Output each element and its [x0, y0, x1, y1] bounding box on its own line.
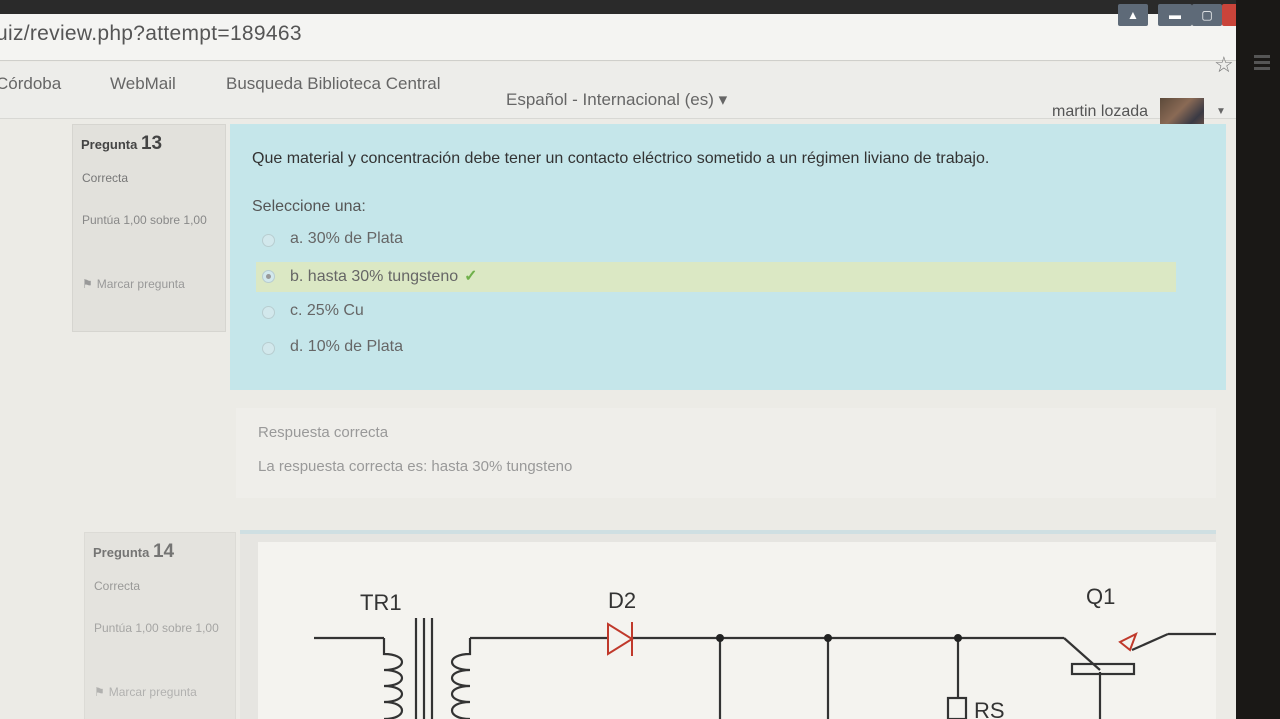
option-label: c. 25% Cu: [290, 302, 364, 319]
flag-label: Marcar pregunta: [96, 277, 185, 291]
window-user-button[interactable]: ▲: [1118, 4, 1148, 26]
feedback-correct-answer: La respuesta correcta es: hasta 30% tung…: [258, 458, 573, 475]
browser-window: uiz/review.php?attempt=189463 Córdoba We…: [0, 0, 1236, 719]
question-info-13: Pregunta 13 Correcta Puntúa 1,00 sobre 1…: [72, 124, 226, 332]
question-number: 13: [140, 133, 163, 154]
emitter-arrow-icon: [1118, 631, 1138, 652]
circuit-schematic: TR1 D2 Q1 RS: [314, 584, 1216, 719]
question-content-13: Que material y concentración debe tener …: [230, 124, 1226, 390]
question-text: Que material y concentración debe tener …: [252, 150, 990, 167]
radio-button[interactable]: [262, 234, 275, 247]
menu-icon[interactable]: [1254, 52, 1270, 73]
answer-option-d[interactable]: d. 10% de Plata: [256, 334, 1176, 364]
label-tr1: TR1: [360, 590, 402, 615]
window-titlebar: [0, 0, 1236, 14]
question-label: Pregunta: [81, 137, 138, 152]
answer-prompt: Seleccione una:: [252, 198, 366, 215]
window-close-button[interactable]: ✕: [1222, 4, 1236, 26]
feedback-result: Respuesta correcta: [258, 424, 389, 441]
nav-link-webmail[interactable]: WebMail: [110, 74, 176, 94]
flag-label: Marcar pregunta: [108, 685, 197, 699]
nav-link-biblioteca[interactable]: Busqueda Biblioteca Central: [226, 74, 441, 94]
flag-icon: ⚑: [82, 277, 93, 291]
option-label: b. hasta 30% tungsteno ✓: [290, 266, 478, 286]
window-maximize-button[interactable]: ▢: [1192, 4, 1222, 26]
junction-dot: [824, 634, 832, 642]
flag-question-link[interactable]: ⚑ Marcar pregunta: [82, 271, 202, 297]
junction-dot: [954, 634, 962, 642]
label-d2: D2: [608, 588, 636, 613]
url-text[interactable]: uiz/review.php?attempt=189463: [0, 22, 302, 46]
label-rs: RS: [974, 698, 1005, 719]
radio-button[interactable]: [262, 306, 275, 319]
circuit-diagram: TR1 D2 Q1 RS: [258, 542, 1216, 719]
window-minimize-button[interactable]: ▬: [1158, 4, 1192, 26]
question-info-14: Pregunta 14 Correcta Puntúa 1,00 sobre 1…: [84, 532, 236, 719]
label-q1: Q1: [1086, 584, 1115, 609]
question-grade: Puntúa 1,00 sobre 1,00: [94, 621, 219, 635]
option-label: a. 30% de Plata: [290, 230, 403, 247]
question-number: 14: [152, 541, 175, 562]
question-grade: Puntúa 1,00 sobre 1,00: [82, 213, 207, 227]
check-icon: ✓: [464, 268, 478, 285]
answer-option-c[interactable]: c. 25% Cu: [256, 298, 1176, 328]
flag-icon: ⚑: [94, 685, 105, 699]
question-state: Correcta: [82, 171, 129, 185]
answer-option-b[interactable]: b. hasta 30% tungsteno ✓: [256, 262, 1176, 292]
question-label: Pregunta: [93, 545, 150, 560]
question-state: Correcta: [94, 579, 141, 593]
option-label: d. 10% de Plata: [290, 338, 403, 355]
answer-option-a[interactable]: a. 30% de Plata: [256, 226, 1176, 256]
site-navbar: Córdoba WebMail Busqueda Biblioteca Cent…: [0, 62, 1236, 119]
diode-symbol: [607, 622, 634, 656]
question-title: Pregunta 13: [81, 133, 162, 155]
flag-question-link[interactable]: ⚑ Marcar pregunta: [94, 679, 214, 705]
language-menu[interactable]: Español - Internacional (es) ▾: [506, 90, 727, 110]
chevron-down-icon[interactable]: ▼: [1216, 106, 1226, 117]
user-name[interactable]: martin lozada: [1052, 103, 1148, 121]
radio-button[interactable]: [262, 342, 275, 355]
circuit-wires: [314, 618, 1216, 719]
address-bar[interactable]: uiz/review.php?attempt=189463: [0, 14, 1236, 61]
option-text: b. hasta 30% tungsteno: [290, 268, 459, 285]
junction-dot: [716, 634, 724, 642]
question-title: Pregunta 14: [93, 541, 174, 563]
bookmark-star-icon[interactable]: ☆: [1214, 52, 1234, 78]
question-feedback: Respuesta correcta La respuesta correcta…: [236, 408, 1216, 498]
radio-button-selected[interactable]: [262, 270, 275, 283]
nav-link-cordoba[interactable]: Córdoba: [0, 74, 61, 94]
